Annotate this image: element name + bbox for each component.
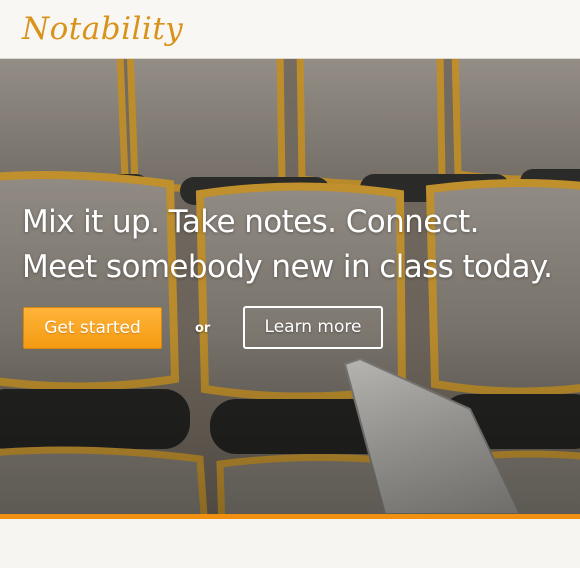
hero-headline: Mix it up. Take notes. Connect. Meet som…	[22, 200, 553, 290]
site-header: Notability	[0, 0, 580, 59]
get-started-button[interactable]: Get started	[23, 307, 162, 349]
learn-more-button[interactable]: Learn more	[243, 306, 383, 349]
logo[interactable]: Notability	[22, 4, 183, 54]
headline-line-2: Meet somebody new in class today.	[22, 249, 553, 285]
hero-banner: Mix it up. Take notes. Connect. Meet som…	[0, 59, 580, 514]
headline-line-1: Mix it up. Take notes. Connect.	[22, 204, 480, 240]
cta-separator: or	[195, 321, 211, 336]
hero-accent-bar	[0, 514, 580, 519]
